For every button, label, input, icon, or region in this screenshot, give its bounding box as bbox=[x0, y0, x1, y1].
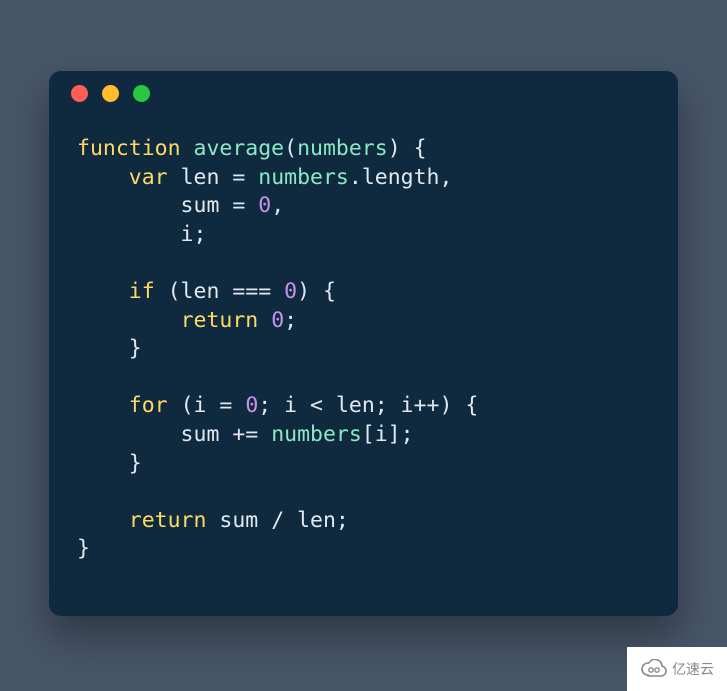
code-token-punc: ) { bbox=[388, 136, 427, 161]
code-token-punc: } bbox=[77, 536, 90, 561]
code-token-punc: , bbox=[271, 193, 284, 218]
code-token-punc: ; bbox=[284, 308, 297, 333]
code-token-sp bbox=[181, 136, 194, 161]
code-token-id: len bbox=[168, 165, 233, 190]
code-token-punc: = bbox=[232, 193, 245, 218]
code-token-kw: if bbox=[129, 279, 155, 304]
code-token-num: 0 bbox=[258, 193, 271, 218]
code-token-id: ; i bbox=[258, 393, 310, 418]
watermark-text: 亿速云 bbox=[672, 659, 714, 679]
code-token-punc: < bbox=[310, 393, 323, 418]
traffic-light-minimize-icon[interactable] bbox=[102, 85, 119, 102]
code-token-num: 0 bbox=[245, 393, 258, 418]
code-token-id: i; bbox=[77, 222, 206, 247]
code-token-id: (len bbox=[155, 279, 233, 304]
code-token-kw: var bbox=[129, 165, 168, 190]
code-token-sp bbox=[232, 393, 245, 418]
code-token-punc: ++ bbox=[414, 393, 440, 418]
code-token-id: len; bbox=[284, 508, 349, 533]
code-token-punc: } bbox=[77, 451, 142, 476]
traffic-light-close-icon[interactable] bbox=[71, 85, 88, 102]
code-token-prop: numbers bbox=[258, 165, 349, 190]
code-token-id: len; i bbox=[323, 393, 414, 418]
code-token-punc: = bbox=[219, 393, 232, 418]
code-token-id: sum bbox=[77, 193, 232, 218]
code-token-sp bbox=[77, 308, 181, 333]
code-token-punc: ) { bbox=[297, 279, 336, 304]
code-window: function average(numbers) { var len = nu… bbox=[49, 71, 678, 616]
code-token-num: 0 bbox=[271, 308, 284, 333]
traffic-light-zoom-icon[interactable] bbox=[133, 85, 150, 102]
code-token-fn: average bbox=[194, 136, 285, 161]
code-token-kw: return bbox=[129, 508, 207, 533]
code-token-punc: } bbox=[77, 336, 142, 361]
code-token-id: sum bbox=[206, 508, 271, 533]
code-token-sp bbox=[245, 193, 258, 218]
code-token-kw: for bbox=[129, 393, 168, 418]
code-token-sp bbox=[271, 279, 284, 304]
code-token-sp bbox=[77, 279, 129, 304]
window-titlebar bbox=[49, 71, 678, 115]
code-token-prop: numbers bbox=[271, 422, 362, 447]
code-token-sp bbox=[258, 422, 271, 447]
watermark-badge: 亿速云 bbox=[627, 647, 727, 691]
code-token-punc: ( bbox=[284, 136, 297, 161]
code-token-punc: === bbox=[232, 279, 271, 304]
code-token-sp bbox=[258, 308, 271, 333]
code-token-punc: = bbox=[232, 165, 245, 190]
code-token-kw: return bbox=[181, 308, 259, 333]
code-token-punc: ) { bbox=[440, 393, 479, 418]
code-token-id: (i bbox=[168, 393, 220, 418]
code-block: function average(numbers) { var len = nu… bbox=[49, 115, 678, 592]
code-token-id: .length, bbox=[349, 165, 453, 190]
code-token-punc: += bbox=[232, 422, 258, 447]
code-token-punc: / bbox=[271, 508, 284, 533]
code-token-sp bbox=[77, 393, 129, 418]
code-token-sp bbox=[77, 508, 129, 533]
code-token-id: [i]; bbox=[362, 422, 414, 447]
code-token-sp bbox=[77, 165, 129, 190]
code-token-kw: function bbox=[77, 136, 181, 161]
code-token-prop: numbers bbox=[297, 136, 388, 161]
code-token-id: sum bbox=[77, 422, 232, 447]
cloud-icon bbox=[640, 659, 668, 679]
code-token-sp bbox=[245, 165, 258, 190]
code-token-num: 0 bbox=[284, 279, 297, 304]
